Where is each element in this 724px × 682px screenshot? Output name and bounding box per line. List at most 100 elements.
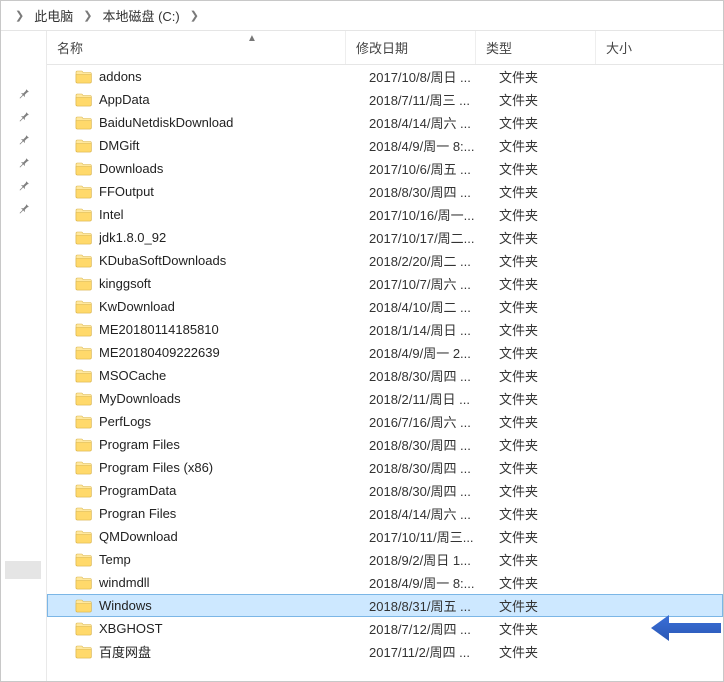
file-name: windmdll bbox=[99, 575, 369, 590]
table-row[interactable]: MSOCache2018/8/30/周四 ...文件夹 bbox=[47, 364, 723, 387]
file-name: Intel bbox=[99, 207, 369, 222]
file-date: 2017/10/7/周六 ... bbox=[369, 274, 499, 293]
file-date: 2018/9/2/周日 1... bbox=[369, 550, 499, 569]
folder-icon bbox=[75, 138, 93, 154]
file-type: 文件夹 bbox=[499, 67, 599, 86]
file-name: PerfLogs bbox=[99, 414, 369, 429]
column-header-type[interactable]: 类型 bbox=[475, 31, 595, 64]
folder-icon bbox=[75, 92, 93, 108]
table-row[interactable]: Downloads2017/10/6/周五 ...文件夹 bbox=[47, 157, 723, 180]
table-row[interactable]: Program Files (x86)2018/8/30/周四 ...文件夹 bbox=[47, 456, 723, 479]
table-row[interactable]: kinggsoft2017/10/7/周六 ...文件夹 bbox=[47, 272, 723, 295]
pin-icon[interactable] bbox=[1, 81, 47, 104]
pin-icon[interactable] bbox=[1, 150, 47, 173]
file-date: 2017/10/17/周二... bbox=[369, 228, 499, 247]
file-type: 文件夹 bbox=[499, 297, 599, 316]
quick-access-strip bbox=[1, 31, 47, 681]
folder-icon bbox=[75, 115, 93, 131]
folder-icon bbox=[75, 506, 93, 522]
file-date: 2018/4/14/周六 ... bbox=[369, 113, 499, 132]
pin-icon[interactable] bbox=[1, 196, 47, 219]
table-row[interactable]: ME201804092226392018/4/9/周一 2...文件夹 bbox=[47, 341, 723, 364]
file-type: 文件夹 bbox=[499, 642, 599, 661]
folder-icon bbox=[75, 598, 93, 614]
file-rows: addons2017/10/8/周日 ...文件夹AppData2018/7/1… bbox=[47, 65, 723, 681]
file-name: ME20180114185810 bbox=[99, 322, 369, 337]
file-name: AppData bbox=[99, 92, 369, 107]
breadcrumb[interactable]: ❯ 此电脑 ❯ 本地磁盘 (C:) ❯ bbox=[1, 1, 723, 31]
table-row[interactable]: Progran Files2018/4/14/周六 ...文件夹 bbox=[47, 502, 723, 525]
table-row[interactable]: Program Files2018/8/30/周四 ...文件夹 bbox=[47, 433, 723, 456]
breadcrumb-item[interactable]: 此电脑 bbox=[30, 4, 77, 27]
folder-icon bbox=[75, 437, 93, 453]
breadcrumb-item[interactable]: 本地磁盘 (C:) bbox=[98, 4, 183, 27]
folder-icon bbox=[75, 345, 93, 361]
folder-icon bbox=[75, 276, 93, 292]
table-row[interactable]: XBGHOST2018/7/12/周四 ...文件夹 bbox=[47, 617, 723, 640]
file-date: 2018/8/30/周四 ... bbox=[369, 458, 499, 477]
table-row[interactable]: Temp2018/9/2/周日 1...文件夹 bbox=[47, 548, 723, 571]
file-name: FFOutput bbox=[99, 184, 369, 199]
folder-icon bbox=[75, 184, 93, 200]
file-date: 2018/2/20/周二 ... bbox=[369, 251, 499, 270]
file-date: 2018/8/30/周四 ... bbox=[369, 182, 499, 201]
file-type: 文件夹 bbox=[499, 182, 599, 201]
file-name: BaiduNetdiskDownload bbox=[99, 115, 369, 130]
file-name: ME20180409222639 bbox=[99, 345, 369, 360]
file-date: 2018/7/11/周三 ... bbox=[369, 90, 499, 109]
pin-icon[interactable] bbox=[1, 173, 47, 196]
file-type: 文件夹 bbox=[499, 251, 599, 270]
folder-icon bbox=[75, 414, 93, 430]
file-name: ProgramData bbox=[99, 483, 369, 498]
table-row[interactable]: ProgramData2018/8/30/周四 ...文件夹 bbox=[47, 479, 723, 502]
table-row[interactable]: PerfLogs2016/7/16/周六 ...文件夹 bbox=[47, 410, 723, 433]
table-row[interactable]: Windows2018/8/31/周五 ...文件夹 bbox=[47, 594, 723, 617]
sort-ascending-icon: ▲ bbox=[247, 33, 257, 44]
folder-icon bbox=[75, 575, 93, 591]
file-date: 2018/4/9/周一 2... bbox=[369, 343, 499, 362]
file-date: 2018/4/9/周一 8:... bbox=[369, 573, 499, 592]
table-row[interactable]: DMGift2018/4/9/周一 8:...文件夹 bbox=[47, 134, 723, 157]
table-row[interactable]: Intel2017/10/16/周一...文件夹 bbox=[47, 203, 723, 226]
folder-icon bbox=[75, 644, 93, 660]
column-header-name[interactable]: 名称 bbox=[47, 31, 345, 64]
file-date: 2018/4/10/周二 ... bbox=[369, 297, 499, 316]
pin-icon[interactable] bbox=[1, 127, 47, 150]
file-type: 文件夹 bbox=[499, 343, 599, 362]
file-type: 文件夹 bbox=[499, 573, 599, 592]
folder-icon bbox=[75, 69, 93, 85]
table-row[interactable]: AppData2018/7/11/周三 ...文件夹 bbox=[47, 88, 723, 111]
folder-icon bbox=[75, 253, 93, 269]
file-name: DMGift bbox=[99, 138, 369, 153]
table-row[interactable]: MyDownloads2018/2/11/周日 ...文件夹 bbox=[47, 387, 723, 410]
explorer-window: ❯ 此电脑 ❯ 本地磁盘 (C:) ❯ ▲ 名称 修改日期 类型 大小 addo… bbox=[0, 0, 724, 682]
folder-icon bbox=[75, 552, 93, 568]
file-date: 2018/8/30/周四 ... bbox=[369, 435, 499, 454]
file-date: 2017/10/8/周日 ... bbox=[369, 67, 499, 86]
column-header-size[interactable]: 大小 bbox=[595, 31, 695, 64]
table-row[interactable]: addons2017/10/8/周日 ...文件夹 bbox=[47, 65, 723, 88]
folder-icon bbox=[75, 161, 93, 177]
table-row[interactable]: FFOutput2018/8/30/周四 ...文件夹 bbox=[47, 180, 723, 203]
file-date: 2018/7/12/周四 ... bbox=[369, 619, 499, 638]
file-name: Windows bbox=[99, 598, 369, 613]
pin-icon[interactable] bbox=[1, 104, 47, 127]
file-type: 文件夹 bbox=[499, 90, 599, 109]
file-date: 2018/8/31/周五 ... bbox=[369, 596, 499, 615]
table-row[interactable]: KwDownload2018/4/10/周二 ...文件夹 bbox=[47, 295, 723, 318]
table-row[interactable]: KDubaSoftDownloads2018/2/20/周二 ...文件夹 bbox=[47, 249, 723, 272]
table-row[interactable]: 百度网盘2017/11/2/周四 ...文件夹 bbox=[47, 640, 723, 663]
table-row[interactable]: windmdll2018/4/9/周一 8:...文件夹 bbox=[47, 571, 723, 594]
table-row[interactable]: BaiduNetdiskDownload2018/4/14/周六 ...文件夹 bbox=[47, 111, 723, 134]
file-type: 文件夹 bbox=[499, 435, 599, 454]
file-type: 文件夹 bbox=[499, 159, 599, 178]
table-row[interactable]: QMDownload2017/10/11/周三...文件夹 bbox=[47, 525, 723, 548]
quick-access-selection bbox=[5, 561, 41, 579]
column-header-date[interactable]: 修改日期 bbox=[345, 31, 475, 64]
file-date: 2018/1/14/周日 ... bbox=[369, 320, 499, 339]
file-name: KwDownload bbox=[99, 299, 369, 314]
table-row[interactable]: ME201801141858102018/1/14/周日 ...文件夹 bbox=[47, 318, 723, 341]
file-type: 文件夹 bbox=[499, 113, 599, 132]
file-type: 文件夹 bbox=[499, 136, 599, 155]
table-row[interactable]: jdk1.8.0_922017/10/17/周二...文件夹 bbox=[47, 226, 723, 249]
